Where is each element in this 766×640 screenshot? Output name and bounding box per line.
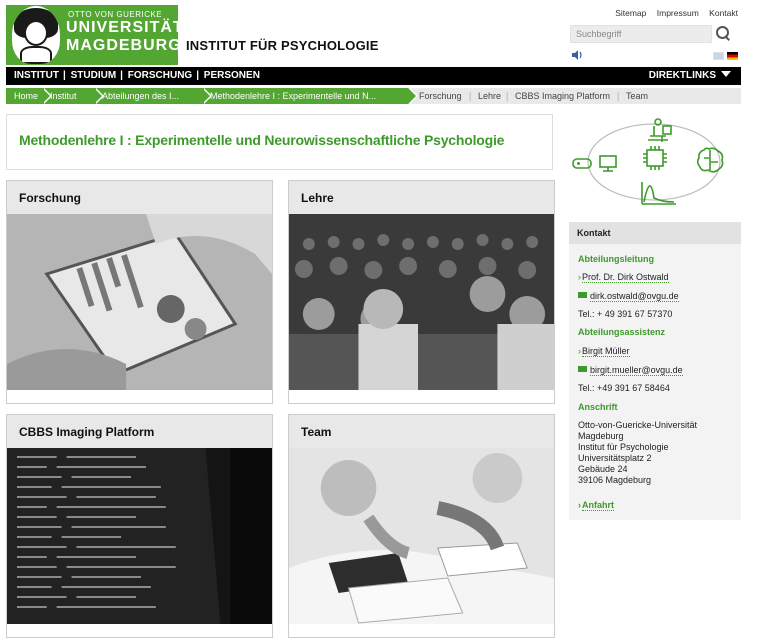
- logo-text-line1: OTTO VON GUERICKE: [68, 10, 163, 19]
- main-navigation: INSTITUT | STUDIUM | FORSCHUNG | PERSONEN D…: [6, 67, 741, 85]
- nav-separator: |: [120, 70, 123, 81]
- teaser-card-team[interactable]: Team: [288, 414, 555, 638]
- breadcrumb-team[interactable]: Team: [626, 91, 648, 101]
- anschrift-label: Anschrift: [578, 402, 618, 412]
- anfahrt-link[interactable]: ›Anfahrt: [578, 500, 614, 511]
- breadcrumb-methodenlehre[interactable]: Methodenlehre I : Experimentelle und N..…: [202, 88, 418, 104]
- nav-separator: |: [63, 70, 66, 81]
- tablet-chart-photo: [7, 214, 272, 390]
- address-line: Magdeburg: [578, 431, 624, 441]
- address-line: Otto-von-Guericke-Universität: [578, 420, 698, 430]
- breadcrumb-home[interactable]: Home: [6, 88, 52, 104]
- german-flag-icon[interactable]: [727, 52, 738, 60]
- leitung-name-link[interactable]: ›Prof. Dr. Dirk Ostwald: [578, 272, 669, 283]
- breadcrumb-cbbs[interactable]: CBBS Imaging Platform: [515, 91, 610, 101]
- logo-text-line3: MAGDEBURG: [66, 37, 182, 54]
- contact-heading: Kontakt: [577, 228, 611, 238]
- team-meeting-photo: [289, 448, 554, 624]
- assistenz-email-link[interactable]: birgit.mueller@ovgu.de: [578, 365, 683, 376]
- teaser-card-lehre[interactable]: Lehre: [288, 180, 555, 404]
- university-logo[interactable]: OTTO VON GUERICKE UNIVERSITÄT MAGDEBURG: [6, 5, 183, 65]
- card-title[interactable]: Forschung: [19, 191, 81, 205]
- address-line: Universitätsplatz 2: [578, 453, 652, 463]
- speaker-icon[interactable]: [571, 49, 583, 61]
- chevron-right-icon: ›: [578, 500, 581, 510]
- institute-title[interactable]: INSTITUT FÜR PSYCHOLOGIE: [186, 38, 379, 53]
- english-flag-icon[interactable]: [713, 52, 724, 60]
- impressum-link[interactable]: Impressum: [657, 8, 699, 18]
- nav-item-forschung[interactable]: FORSCHUNG: [128, 70, 192, 81]
- direktlinks-dropdown[interactable]: DIREKTLINKS: [649, 70, 731, 81]
- logo-text-line2: UNIVERSITÄT: [66, 19, 184, 36]
- breadcrumb-abteilungen[interactable]: Abteilungen des I...: [94, 88, 212, 104]
- research-topics-diagram: [572, 118, 724, 205]
- mail-icon: [578, 366, 587, 372]
- search-icon[interactable]: [716, 26, 730, 40]
- mail-icon: [578, 292, 587, 298]
- chevron-right-icon: ›: [578, 346, 581, 356]
- address-line: Gebäude 24: [578, 464, 628, 474]
- guericke-portrait-icon: [12, 6, 60, 64]
- nav-separator: |: [196, 70, 200, 81]
- teaser-card-forschung[interactable]: Forschung: [6, 180, 273, 404]
- nav-item-institut[interactable]: INSTITUT: [14, 70, 59, 81]
- breadcrumb-forschung[interactable]: Forschung: [419, 91, 462, 101]
- leitung-label: Abteilungsleitung: [578, 254, 654, 264]
- contact-panel: Kontakt Abteilungsleitung ›Prof. Dr. Dir…: [569, 222, 741, 520]
- leitung-phone: Tel.: + 49 391 67 57370: [578, 309, 673, 319]
- assistenz-phone: Tel.: +49 391 67 58464: [578, 383, 670, 393]
- breadcrumb-lehre[interactable]: Lehre: [478, 91, 501, 101]
- chevron-right-icon: ›: [578, 272, 581, 282]
- card-title[interactable]: Lehre: [301, 191, 334, 205]
- assistenz-name-link[interactable]: ›Birgit Müller: [578, 346, 630, 357]
- leitung-email-link[interactable]: dirk.ostwald@ovgu.de: [578, 291, 679, 302]
- search-input[interactable]: Suchbegriff: [570, 25, 712, 43]
- assistenz-label: Abteilungsassistenz: [578, 327, 666, 337]
- page-title: Methodenlehre I : Experimentelle und Neu…: [19, 132, 505, 148]
- sitemap-link[interactable]: Sitemap: [615, 8, 646, 18]
- teaser-card-cbbs[interactable]: CBBS Imaging Platform: [6, 414, 273, 638]
- address-line: Institut für Psychologie: [578, 442, 669, 452]
- address-line: 39106 Magdeburg: [578, 475, 652, 485]
- page-title-box: Methodenlehre I : Experimentelle und Neu…: [6, 114, 553, 170]
- nav-item-studium[interactable]: STUDIUM: [71, 70, 117, 81]
- card-title[interactable]: CBBS Imaging Platform: [19, 425, 154, 439]
- nav-item-personen[interactable]: PERSONEN: [204, 70, 260, 81]
- top-links: Sitemap Impressum Kontakt: [607, 8, 738, 18]
- breadcrumb: Home Institut Abteilungen des I... Metho…: [6, 88, 741, 104]
- code-screen-photo: [7, 448, 272, 624]
- lecture-hall-photo: [289, 214, 554, 390]
- card-title[interactable]: Team: [301, 425, 331, 439]
- kontakt-link[interactable]: Kontakt: [709, 8, 738, 18]
